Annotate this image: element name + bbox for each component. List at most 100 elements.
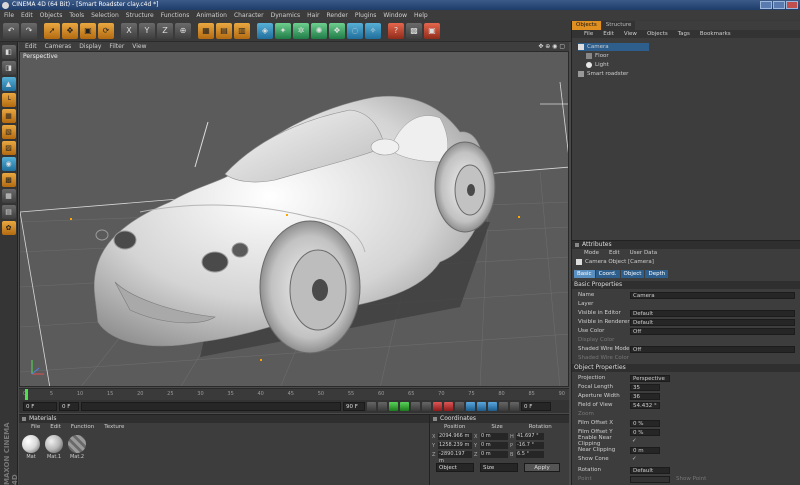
viewport-menu-cameras[interactable]: Cameras bbox=[45, 43, 72, 50]
menu-plugins[interactable]: Plugins bbox=[355, 12, 377, 19]
layout-icon[interactable]: ▩ bbox=[406, 22, 422, 39]
shaded-wire-mode-select[interactable]: Off bbox=[630, 345, 795, 353]
objects-menu-bookmarks[interactable]: Bookmarks bbox=[700, 30, 731, 38]
near-clipping-checkbox[interactable]: ✓ bbox=[630, 438, 638, 445]
deformer-icon[interactable]: ✺ bbox=[311, 22, 327, 39]
menu-character[interactable]: Character bbox=[234, 12, 264, 19]
material-swatch[interactable]: Mat.2 bbox=[67, 435, 87, 460]
attributes-menu-user-data[interactable]: User Data bbox=[630, 249, 657, 257]
viewport-menu-display[interactable]: Display bbox=[79, 43, 101, 50]
menu-window[interactable]: Window bbox=[383, 12, 407, 19]
record-button[interactable] bbox=[433, 402, 442, 411]
viewport-menu-view[interactable]: View bbox=[132, 43, 146, 50]
nurbs-icon[interactable]: ✦ bbox=[275, 22, 291, 39]
light-icon[interactable]: ✧ bbox=[365, 22, 381, 39]
materials-menu-texture[interactable]: Texture bbox=[104, 423, 124, 431]
interface-icon[interactable]: ▣ bbox=[424, 22, 440, 39]
size-y-field[interactable]: 0 m bbox=[480, 442, 508, 449]
workplane-icon[interactable]: ▤ bbox=[1, 205, 16, 219]
end-frame-field[interactable]: 90 F bbox=[343, 402, 365, 411]
model-mode-icon[interactable]: ◧ bbox=[1, 45, 16, 59]
rotation-select[interactable]: Default bbox=[630, 466, 670, 474]
snap-icon[interactable]: ▦ bbox=[1, 189, 16, 203]
objects-menu-objects[interactable]: Objects bbox=[647, 30, 668, 38]
objects-menu-tags[interactable]: Tags bbox=[678, 30, 690, 38]
material-swatch[interactable]: Mat bbox=[21, 435, 41, 460]
scale-icon[interactable]: ▣ bbox=[80, 22, 96, 39]
visible-editor-select[interactable]: Default bbox=[630, 309, 795, 317]
menu-render[interactable]: Render bbox=[327, 12, 348, 19]
menu-selection[interactable]: Selection bbox=[91, 12, 119, 19]
menu-file[interactable]: File bbox=[4, 12, 14, 19]
menu-objects[interactable]: Objects bbox=[40, 12, 63, 19]
position-z-field[interactable]: -2890.197 m bbox=[438, 451, 472, 464]
animation-mode-icon[interactable]: ◉ bbox=[1, 157, 16, 171]
viewport-menu-edit[interactable]: Edit bbox=[25, 43, 37, 50]
timeline-ruler[interactable]: 0 5 10 15 20 25 30 35 40 45 50 55 60 65 … bbox=[19, 388, 569, 401]
size-x-field[interactable]: 0 m bbox=[480, 433, 508, 440]
attributes-menu-edit[interactable]: Edit bbox=[609, 249, 620, 257]
menu-structure[interactable]: Structure bbox=[126, 12, 154, 19]
menu-dynamics[interactable]: Dynamics bbox=[271, 12, 301, 19]
objects-menu-view[interactable]: View bbox=[624, 30, 637, 38]
material-swatch[interactable]: Mat.1 bbox=[44, 435, 64, 460]
visible-renderer-select[interactable]: Default bbox=[630, 318, 795, 326]
layer-field[interactable] bbox=[630, 301, 795, 308]
rotation-h-field[interactable]: 41.697 ° bbox=[516, 433, 544, 440]
scene-icon[interactable]: ❖ bbox=[329, 22, 345, 39]
scale-key-button[interactable] bbox=[477, 402, 486, 411]
viewport-nav-icons[interactable]: ✥ ⊕ ◉ ▢ bbox=[538, 43, 565, 50]
sculpt-icon[interactable]: ✿ bbox=[1, 221, 16, 235]
next-key-button[interactable] bbox=[411, 402, 420, 411]
tab-basic[interactable]: Basic bbox=[574, 270, 595, 278]
name-field[interactable]: Camera bbox=[630, 291, 795, 299]
tab-structure[interactable]: Structure bbox=[601, 21, 636, 30]
texture-mode-icon[interactable]: ▲ bbox=[1, 77, 16, 91]
use-color-select[interactable]: Off bbox=[630, 327, 795, 335]
position-y-field[interactable]: 1258.239 m bbox=[438, 442, 472, 449]
size-mode-select[interactable]: Size bbox=[480, 463, 518, 472]
apply-button[interactable]: Apply bbox=[524, 463, 560, 472]
materials-menu-file[interactable]: File bbox=[31, 423, 40, 431]
perspective-viewport[interactable]: Perspective bbox=[19, 51, 569, 387]
size-z-field[interactable]: 0 m bbox=[480, 451, 508, 458]
frame-range-slider[interactable] bbox=[81, 402, 341, 411]
coordinate-system-icon[interactable]: ⊕ bbox=[175, 22, 191, 39]
position-key-button[interactable] bbox=[466, 402, 475, 411]
axis-mode-icon[interactable]: └ bbox=[1, 93, 16, 107]
tab-coord[interactable]: Coord. bbox=[595, 270, 620, 278]
close-button[interactable] bbox=[786, 1, 798, 9]
render-picture-viewer-icon[interactable]: ▤ bbox=[216, 22, 232, 39]
live-selection-icon[interactable]: ➚ bbox=[44, 22, 60, 39]
redo-icon[interactable]: ↷ bbox=[21, 22, 37, 39]
start-frame-field[interactable]: 0 F bbox=[23, 402, 57, 411]
parameter-key-button[interactable] bbox=[499, 402, 508, 411]
coordinate-mode-select[interactable]: Object bbox=[436, 463, 474, 472]
projection-select[interactable]: Perspective bbox=[630, 374, 670, 382]
goto-start-button[interactable] bbox=[367, 402, 376, 411]
minimize-button[interactable] bbox=[760, 1, 772, 9]
maximize-button[interactable] bbox=[773, 1, 785, 9]
spline-icon[interactable]: ◌ bbox=[347, 22, 363, 39]
object-row-floor[interactable]: Floor bbox=[586, 52, 609, 60]
menu-edit[interactable]: Edit bbox=[21, 12, 33, 19]
object-row-light[interactable]: Light bbox=[586, 61, 609, 69]
tweak-mode-icon[interactable]: ▩ bbox=[1, 173, 16, 187]
render-view-icon[interactable]: ▦ bbox=[198, 22, 214, 39]
menu-help[interactable]: Help bbox=[414, 12, 428, 19]
tab-object[interactable]: Object bbox=[620, 270, 645, 278]
film-offset-x-field[interactable]: 0 % bbox=[630, 419, 660, 427]
prev-key-button[interactable] bbox=[378, 402, 387, 411]
play-button[interactable] bbox=[400, 402, 409, 411]
point-key-button[interactable] bbox=[510, 402, 519, 411]
objects-menu-file[interactable]: File bbox=[584, 30, 593, 38]
autokey-button[interactable] bbox=[444, 402, 453, 411]
menu-functions[interactable]: Functions bbox=[161, 12, 190, 19]
play-backward-button[interactable] bbox=[389, 402, 398, 411]
menu-hair[interactable]: Hair bbox=[307, 12, 319, 19]
polygons-mode-icon[interactable]: ▨ bbox=[1, 141, 16, 155]
field-of-view-field[interactable]: 54.432 ° bbox=[630, 401, 660, 409]
materials-menu-edit[interactable]: Edit bbox=[50, 423, 61, 431]
undo-icon[interactable]: ↶ bbox=[3, 22, 19, 39]
viewport-menu-filter[interactable]: Filter bbox=[109, 43, 124, 50]
